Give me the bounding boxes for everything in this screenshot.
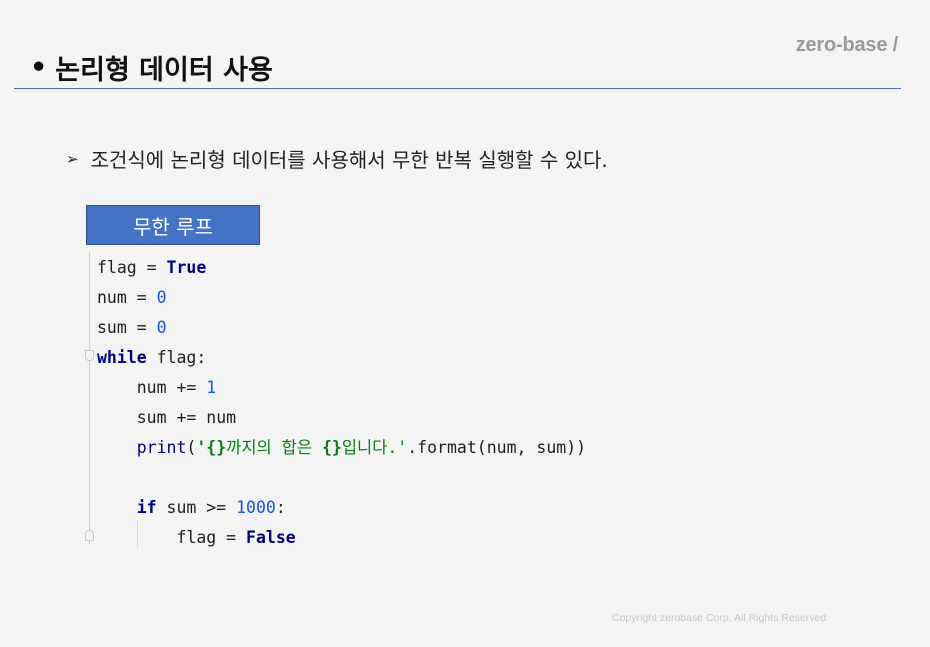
- code-line-5: num += 1: [97, 378, 217, 397]
- code-line-4: while flag:: [97, 348, 207, 367]
- code-line-3: sum = 0: [97, 318, 167, 337]
- code-line-6: sum += num: [97, 408, 237, 427]
- code-gutter-line: [89, 252, 90, 544]
- code-label-box: 무한 루프: [86, 205, 260, 245]
- code-line-9: if sum >= 1000:: [136, 498, 286, 517]
- arrow-bullet-icon: ➢: [66, 149, 79, 168]
- brand-logo: zero-base /: [795, 34, 898, 56]
- code-line-2: num = 0: [97, 288, 167, 307]
- fold-end-icon: [85, 530, 94, 541]
- fold-start-icon: [85, 350, 94, 361]
- title-text: 논리형 데이터 사용: [55, 55, 273, 86]
- copyright-footer: Copyright zerobase Corp. All Rights Rese…: [612, 612, 827, 624]
- title-divider: [14, 88, 901, 89]
- bullet-point: ➢ 조건식에 논리형 데이터를 사용해서 무한 반복 실행할 수 있다.: [66, 144, 608, 173]
- bullet-point-text: 조건식에 논리형 데이터를 사용해서 무한 반복 실행할 수 있다.: [90, 148, 608, 172]
- code-line-1: flag = True: [97, 258, 207, 277]
- code-block: flag = True num = 0 sum = 0 while flag: …: [97, 253, 586, 553]
- title-bullet: •: [30, 52, 48, 83]
- code-line-10: flag = False: [97, 528, 296, 547]
- code-line-7: print('{}까지의 합은 {}입니다.'.format(num, sum)…: [136, 438, 587, 457]
- slide-title: • 논리형 데이터 사용: [30, 48, 273, 87]
